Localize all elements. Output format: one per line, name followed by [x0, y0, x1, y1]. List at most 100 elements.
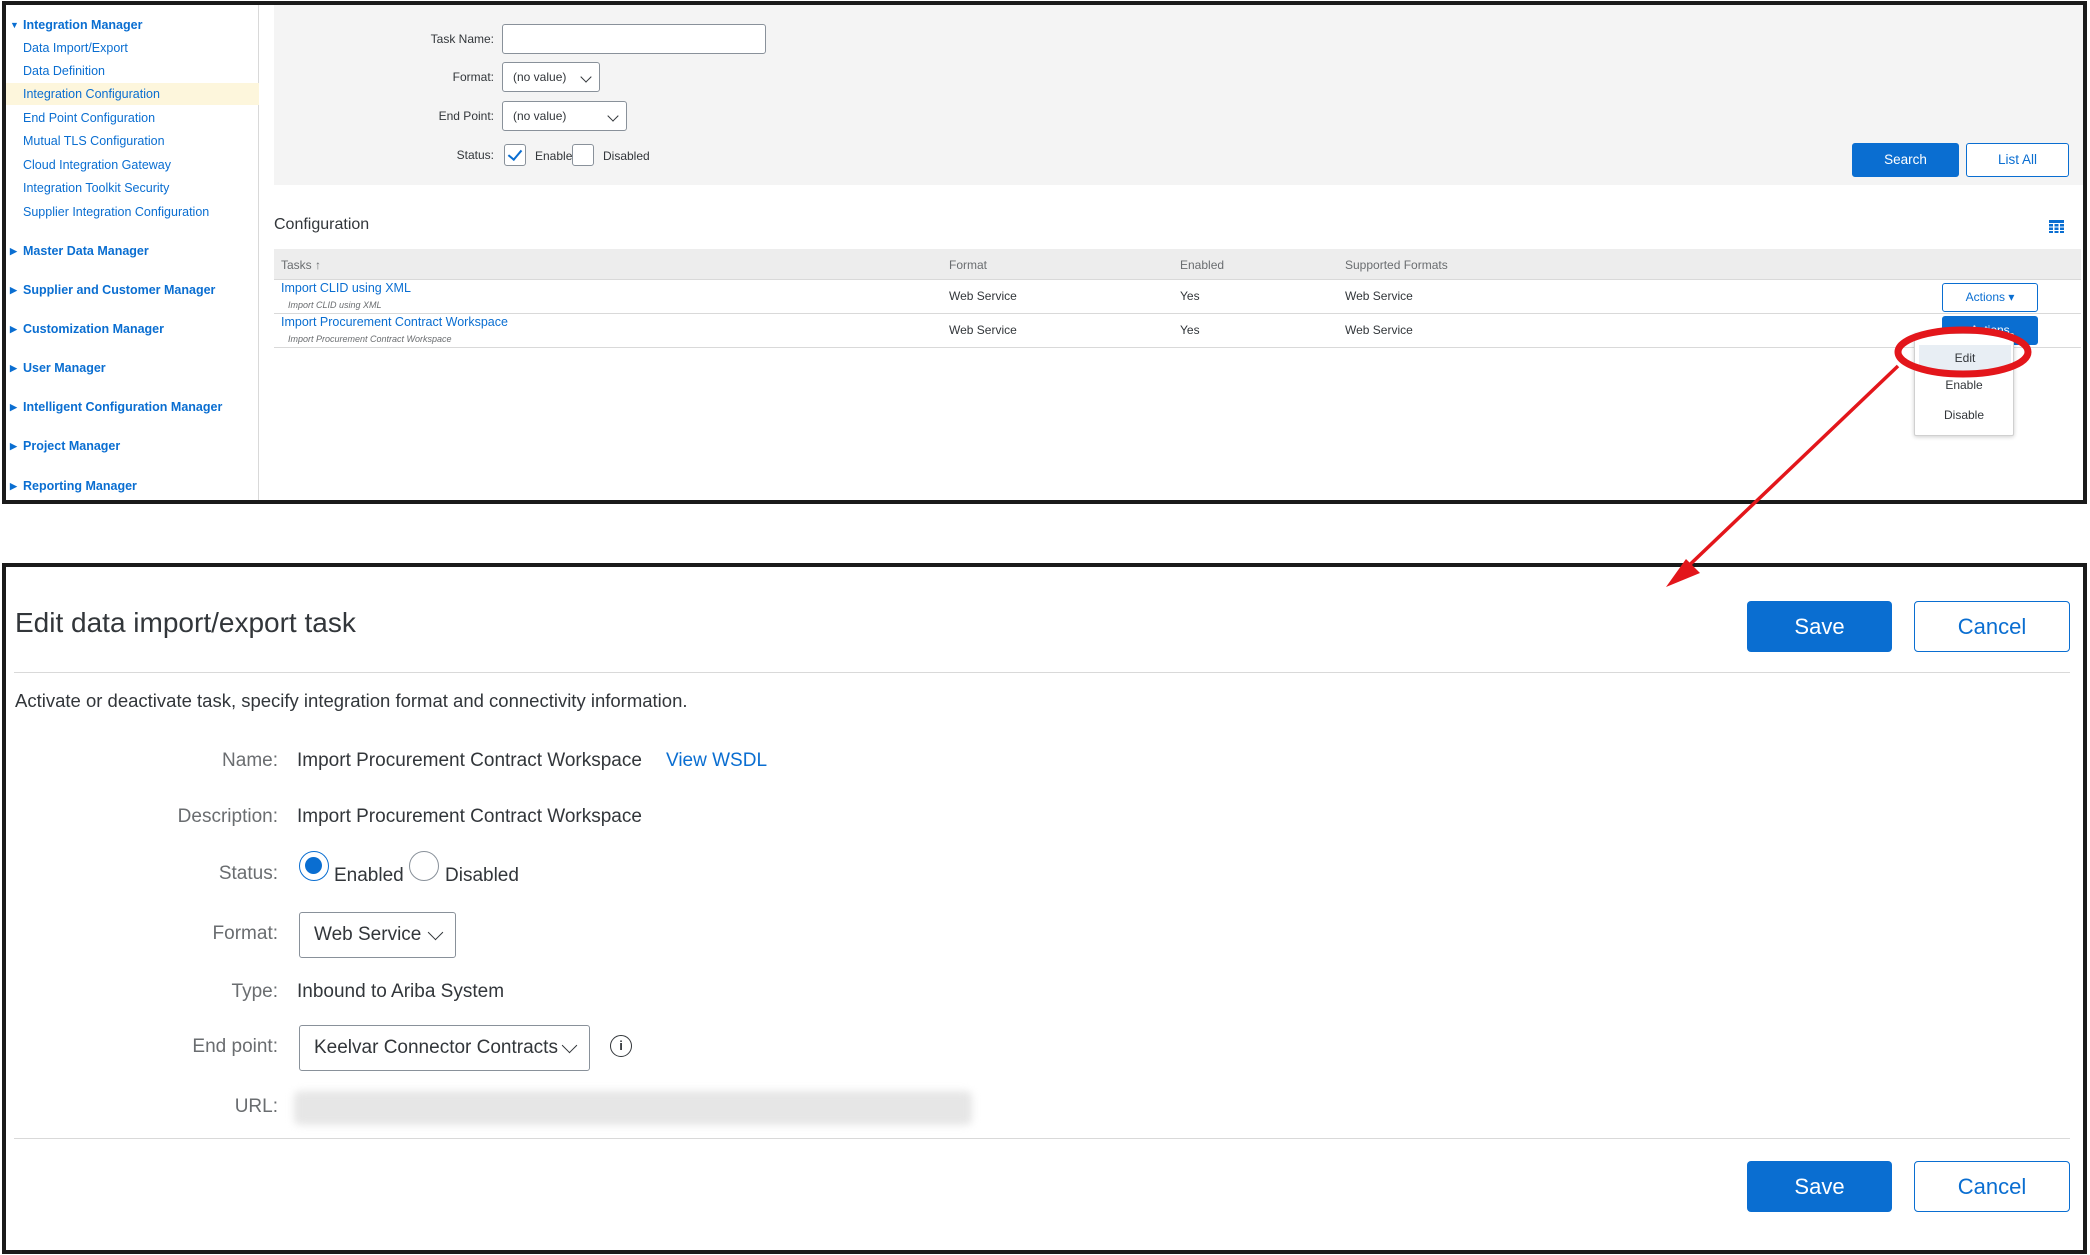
view-wsdl-link[interactable]: View WSDL	[666, 750, 767, 772]
chevron-down-icon	[427, 924, 444, 941]
sidebar-section-project-manager[interactable]: ▶ Project Manager	[6, 435, 259, 457]
task-subtitle: Import Procurement Contract Workspace	[288, 334, 452, 344]
description-label: Description:	[177, 806, 278, 827]
dialog-description: Activate or deactivate task, specify int…	[15, 690, 688, 711]
sidebar-item-data-import-export[interactable]: Data Import/Export	[6, 37, 259, 59]
task-link[interactable]: Import CLID using XML	[281, 281, 411, 295]
endpoint-select-value: Keelvar Connector Contracts	[314, 1037, 558, 1058]
configuration-title: Configuration	[274, 216, 370, 233]
column-header-supported-formats[interactable]: Supported Formats	[1345, 258, 1448, 272]
chevron-down-icon	[580, 71, 592, 83]
format-select[interactable]: (no value)	[502, 62, 600, 92]
sidebar-item-cloud-integration-gateway[interactable]: Cloud Integration Gateway	[6, 154, 259, 176]
sidebar-section-customization-manager[interactable]: ▶ Customization Manager	[6, 318, 259, 340]
task-name-input[interactable]	[502, 24, 766, 54]
table-settings-grid-icon[interactable]	[2049, 220, 2064, 233]
supported-formats-cell: Web Service	[1345, 323, 1413, 337]
sidebar-section-label: Intelligent Configuration Manager	[23, 400, 223, 414]
endpoint-select[interactable]: Keelvar Connector Contracts	[299, 1025, 590, 1071]
type-value: Inbound to Ariba System	[297, 981, 505, 1002]
footer-divider	[14, 1138, 2070, 1139]
url-value-redacted	[294, 1091, 972, 1125]
sidebar-item-data-definition[interactable]: Data Definition	[6, 60, 259, 82]
search-filters: Task Name: Format: (no value) End Point:…	[274, 5, 2083, 185]
disabled-checkbox-label: Disabled	[603, 149, 650, 163]
status-disabled-radio[interactable]	[409, 851, 439, 881]
menu-item-disable[interactable]: Disable	[1915, 408, 2013, 422]
expand-triangle-icon: ▶	[10, 324, 17, 334]
save-button-bottom[interactable]: Save	[1747, 1161, 1892, 1212]
sidebar-section-label: Supplier and Customer Manager	[23, 283, 216, 297]
column-header-format[interactable]: Format	[949, 258, 987, 272]
actions-dropdown-menu: Edit Enable Disable	[1914, 333, 2014, 436]
sidebar-section-supplier-customer-manager[interactable]: ▶ Supplier and Customer Manager	[6, 279, 259, 301]
dialog-title: Edit data import/export task	[15, 607, 356, 638]
configuration-table: Tasks ↑ Format Enabled Supported Formats…	[274, 249, 2081, 348]
save-button-top[interactable]: Save	[1747, 601, 1892, 652]
format-select[interactable]: Web Service	[299, 912, 456, 958]
task-link[interactable]: Import Procurement Contract Workspace	[281, 315, 508, 329]
sidebar-item-mutual-tls-configuration[interactable]: Mutual TLS Configuration	[6, 130, 259, 152]
enabled-cell: Yes	[1180, 323, 1200, 337]
supported-formats-cell: Web Service	[1345, 289, 1413, 303]
endpoint-select-value: (no value)	[513, 109, 567, 123]
name-value: Import Procurement Contract Workspace	[297, 750, 642, 771]
sidebar-section-label: Customization Manager	[23, 322, 164, 336]
task-name-label: Task Name:	[430, 32, 494, 46]
format-label: Format:	[452, 70, 494, 84]
sidebar-item-integration-toolkit-security[interactable]: Integration Toolkit Security	[6, 177, 259, 199]
format-cell: Web Service	[949, 289, 1017, 303]
menu-item-enable[interactable]: Enable	[1915, 378, 2013, 392]
sidebar-section-user-manager[interactable]: ▶ User Manager	[6, 357, 259, 379]
table-row: Import Procurement Contract Workspace Im…	[274, 314, 2081, 348]
expand-triangle-icon: ▶	[10, 363, 17, 373]
sidebar-section-label: Project Manager	[23, 439, 121, 453]
sidebar-section-label: Reporting Manager	[23, 479, 137, 493]
actions-button[interactable]: Actions ▾	[1942, 283, 2038, 312]
collapse-triangle-icon: ▼	[10, 20, 19, 30]
column-header-enabled[interactable]: Enabled	[1180, 258, 1224, 272]
sidebar-section-reporting-manager[interactable]: ▶ Reporting Manager	[6, 475, 259, 497]
sidebar-item-integration-configuration[interactable]: Integration Configuration	[6, 83, 259, 105]
enabled-cell: Yes	[1180, 289, 1200, 303]
sort-ascending-icon: ↑	[315, 258, 322, 272]
sidebar-section-label: Integration Manager	[23, 18, 143, 32]
sidebar-item-supplier-integration-configuration[interactable]: Supplier Integration Configuration	[6, 201, 259, 223]
expand-triangle-icon: ▶	[10, 402, 17, 412]
column-header-tasks[interactable]: Tasks ↑	[281, 258, 321, 272]
expand-triangle-icon: ▶	[10, 481, 17, 491]
menu-item-edit[interactable]: Edit	[1919, 345, 2011, 371]
format-label: Format:	[212, 923, 278, 944]
sidebar: ▼ Integration Manager Data Import/Export…	[6, 5, 259, 500]
status-enabled-radio[interactable]	[299, 851, 329, 881]
radio-selected-dot	[305, 857, 322, 874]
status-label: Status:	[456, 148, 494, 162]
expand-triangle-icon: ▶	[10, 441, 17, 451]
header-divider	[14, 672, 2070, 673]
enabled-checkbox[interactable]	[504, 144, 526, 166]
search-button[interactable]: Search	[1852, 143, 1959, 177]
disabled-checkbox[interactable]	[572, 144, 594, 166]
format-select-value: (no value)	[513, 70, 567, 84]
endpoint-label: End Point:	[438, 109, 494, 123]
expand-triangle-icon: ▶	[10, 246, 17, 256]
status-disabled-label: Disabled	[445, 865, 519, 886]
sidebar-section-intelligent-configuration-manager[interactable]: ▶ Intelligent Configuration Manager	[6, 396, 259, 418]
cancel-button-bottom[interactable]: Cancel	[1914, 1161, 2070, 1212]
format-cell: Web Service	[949, 323, 1017, 337]
endpoint-select[interactable]: (no value)	[502, 101, 627, 131]
sidebar-item-end-point-configuration[interactable]: End Point Configuration	[6, 107, 259, 129]
list-all-button[interactable]: List All	[1966, 143, 2069, 177]
integration-configuration-screen: ▼ Integration Manager Data Import/Export…	[2, 1, 2087, 504]
info-icon[interactable]: i	[610, 1035, 632, 1057]
task-subtitle: Import CLID using XML	[288, 300, 382, 310]
sidebar-section-label: User Manager	[23, 361, 106, 375]
endpoint-label: End point:	[192, 1036, 278, 1057]
sidebar-section-integration-manager[interactable]: ▼ Integration Manager	[6, 14, 259, 36]
sidebar-section-master-data-manager[interactable]: ▶ Master Data Manager	[6, 240, 259, 262]
cancel-button-top[interactable]: Cancel	[1914, 601, 2070, 652]
table-row: Import CLID using XML Import CLID using …	[274, 280, 2081, 314]
main-content: Task Name: Format: (no value) End Point:…	[260, 5, 2083, 500]
description-value: Import Procurement Contract Workspace	[297, 806, 642, 827]
column-header-label: Tasks	[281, 258, 312, 272]
